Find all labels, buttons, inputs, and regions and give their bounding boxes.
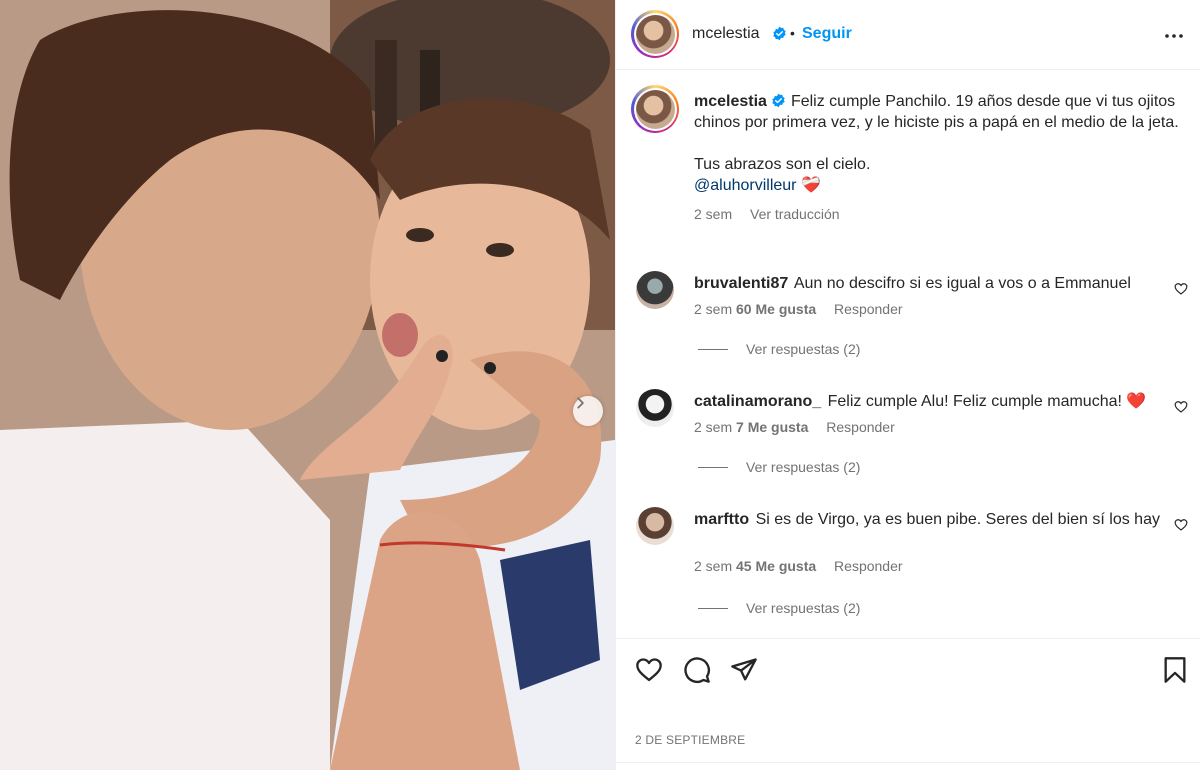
post-details-panel: mcelestia • Seguir mcelestia Feliz cumpl… (615, 0, 1200, 770)
post-photo[interactable] (0, 0, 615, 770)
follow-button[interactable]: Seguir (802, 25, 852, 43)
view-replies-button[interactable]: Ver respuestas (2) (698, 341, 860, 357)
chevron-right-icon (577, 397, 584, 409)
comment-text: Aun no descifro si es igual a vos o a Em… (793, 275, 1131, 292)
post-action-bar (616, 638, 1200, 700)
commenter-avatar[interactable] (636, 389, 674, 427)
post-date[interactable]: 2 DE SEPTIEMBRE (635, 733, 745, 747)
commenter-avatar[interactable] (636, 271, 674, 309)
comment-reply-button[interactable]: Responder (834, 301, 903, 317)
heart-icon[interactable] (635, 656, 663, 684)
next-photo-button[interactable] (573, 396, 603, 426)
photo-illustration (0, 0, 615, 770)
view-replies-button[interactable]: Ver respuestas (2) (698, 459, 860, 475)
comment-timestamp[interactable]: 2 sem (694, 558, 732, 574)
replies-divider (698, 466, 728, 468)
commenter-avatar[interactable] (636, 507, 674, 545)
comment-timestamp[interactable]: 2 sem (694, 301, 732, 317)
caption-mention-link[interactable]: @aluhorvilleur (694, 177, 797, 194)
broken-heart-emoji: ❤️‍🩹 (800, 177, 821, 194)
caption-timestamp[interactable]: 2 sem (694, 206, 732, 222)
send-icon[interactable] (730, 656, 758, 684)
replies-divider (698, 607, 728, 609)
comment-icon[interactable] (683, 656, 711, 684)
bookmark-icon[interactable] (1161, 656, 1189, 684)
author-username[interactable]: mcelestia (692, 25, 760, 43)
view-replies-label: Ver respuestas (2) (746, 341, 861, 357)
more-options-icon[interactable] (1162, 24, 1186, 48)
comment-like-heart-icon[interactable] (1174, 400, 1188, 414)
verified-badge-icon (772, 93, 785, 108)
caption-author-avatar[interactable] (631, 85, 679, 133)
comment-likes-count[interactable]: 60 Me gusta (736, 301, 816, 317)
commenter-username[interactable]: bruvalenti87 (694, 275, 788, 292)
comment-reply-button[interactable]: Responder (834, 558, 903, 574)
comment-reply-button[interactable]: Responder (826, 419, 895, 435)
view-replies-label: Ver respuestas (2) (746, 600, 861, 616)
comment-likes-count[interactable]: 7 Me gusta (736, 419, 808, 435)
post-caption: mcelestia Feliz cumple Panchilo. 19 años… (694, 91, 1184, 225)
commenter-username[interactable]: catalinamorano_ (694, 393, 821, 410)
view-replies-button[interactable]: Ver respuestas (2) (698, 600, 860, 616)
translate-link[interactable]: Ver traducción (750, 206, 840, 222)
caption-username[interactable]: mcelestia (694, 93, 767, 110)
comment-like-heart-icon[interactable] (1174, 282, 1188, 296)
comment-likes-count[interactable]: 45 Me gusta (736, 558, 816, 574)
verified-badge-icon (773, 26, 786, 41)
caption-second-line: Tus abrazos son el cielo. (694, 156, 871, 173)
author-avatar[interactable] (631, 10, 679, 58)
commenter-username[interactable]: marftto (694, 511, 749, 528)
comment-like-heart-icon[interactable] (1174, 518, 1188, 532)
view-replies-label: Ver respuestas (2) (746, 459, 861, 475)
post-header: mcelestia • Seguir (616, 0, 1200, 70)
comment-text: Feliz cumple Alu! Feliz cumple mamucha! … (827, 393, 1147, 410)
comments-section[interactable]: mcelestia Feliz cumple Panchilo. 19 años… (616, 71, 1200, 638)
comment-timestamp[interactable]: 2 sem (694, 419, 732, 435)
separator-dot: • (790, 25, 795, 41)
comment-text: Si es de Virgo, ya es buen pibe. Seres d… (755, 511, 1160, 528)
footer-divider (616, 762, 1200, 763)
replies-divider (698, 348, 728, 350)
